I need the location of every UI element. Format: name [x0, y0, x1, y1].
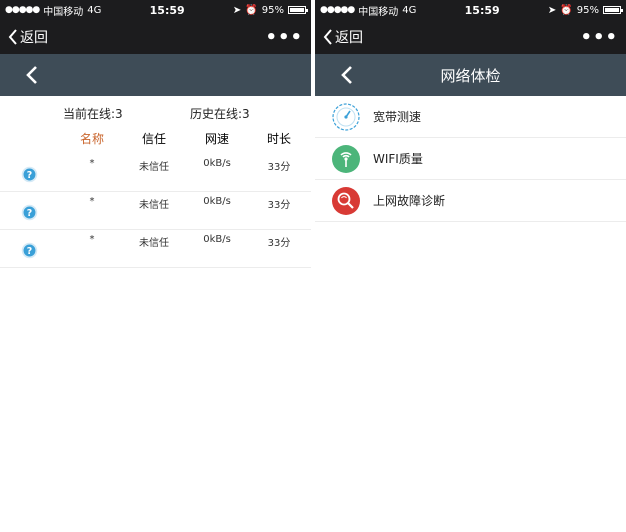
- wechat-back-button[interactable]: 返回: [323, 27, 363, 47]
- menu-item-broadband-speed[interactable]: 宽带测速: [315, 96, 626, 138]
- device-list-screen: ●●●●● 中国移动 4G 15:59 ➤ ⏰ 95% 返回 ••• 当前在线:…: [0, 0, 311, 532]
- device-speed: 0kB/s: [203, 196, 231, 207]
- page-back-button[interactable]: [337, 64, 359, 86]
- device-speed: 0kB/s: [203, 158, 231, 169]
- unknown-device-icon: ?: [21, 166, 38, 183]
- column-duration: 时长: [266, 132, 292, 146]
- more-options-button[interactable]: •••: [265, 27, 303, 48]
- wechat-back-button[interactable]: 返回: [8, 27, 48, 47]
- device-trust: 未信任: [139, 238, 169, 249]
- battery-percent: 95%: [261, 4, 284, 16]
- wechat-back-label: 返回: [20, 30, 48, 46]
- history-online-count: 历史在线:3: [190, 106, 250, 121]
- unknown-device-icon: ?: [21, 242, 38, 259]
- page-header: 网络体检: [315, 54, 626, 96]
- wechat-nav-bar: 返回 •••: [315, 20, 626, 54]
- chevron-left-icon: [8, 29, 17, 45]
- page-back-button[interactable]: [22, 64, 44, 86]
- carrier-name: 中国移动: [358, 6, 399, 18]
- more-options-button[interactable]: •••: [580, 27, 618, 48]
- page-header: [0, 54, 311, 96]
- location-arrow-icon: ➤: [232, 4, 242, 16]
- status-bar: ●●●●● 中国移动 4G 15:59 ➤ ⏰ 95%: [0, 0, 311, 20]
- network-type: 4G: [402, 4, 417, 16]
- network-type: 4G: [87, 4, 102, 16]
- svg-text:?: ?: [27, 170, 32, 181]
- column-speed: 网速: [204, 132, 230, 146]
- column-name: 名称: [79, 132, 105, 146]
- signal-strength-icon: ●●●●●: [320, 5, 355, 15]
- table-row[interactable]: ? * 未信任 0kB/s 33分: [0, 230, 311, 268]
- page-title: 网络体检: [440, 66, 501, 85]
- wechat-back-label: 返回: [335, 30, 363, 46]
- chevron-left-icon: [323, 29, 332, 45]
- device-duration: 33分: [267, 162, 291, 173]
- device-speed: 0kB/s: [203, 234, 231, 245]
- device-trust: 未信任: [139, 162, 169, 173]
- device-duration: 33分: [267, 238, 291, 249]
- status-time: 15:59: [464, 3, 500, 17]
- alarm-clock-icon: ⏰: [560, 4, 573, 16]
- unknown-device-icon: ?: [21, 204, 38, 221]
- svg-text:?: ?: [27, 246, 32, 257]
- online-summary: 当前在线:3 历史在线:3: [0, 96, 311, 130]
- column-trust: 信任: [141, 132, 167, 146]
- device-name: *: [89, 196, 95, 207]
- svg-text:?: ?: [27, 208, 32, 219]
- wechat-nav-bar: 返回 •••: [0, 20, 311, 54]
- battery-percent: 95%: [576, 4, 599, 16]
- device-name: *: [89, 234, 95, 245]
- table-row[interactable]: ? * 未信任 0kB/s 33分: [0, 154, 311, 192]
- status-bar: ●●●●● 中国移动 4G 15:59 ➤ ⏰ 95%: [315, 0, 626, 20]
- battery-icon: [602, 6, 623, 14]
- diagnosis-magnifier-icon: [332, 186, 360, 215]
- carrier-name: 中国移动: [43, 6, 84, 18]
- device-duration: 33分: [267, 200, 291, 211]
- status-time: 15:59: [149, 3, 185, 17]
- device-trust: 未信任: [139, 200, 169, 211]
- menu-item-label: 宽带测速: [373, 110, 422, 124]
- menu-item-fault-diagnosis[interactable]: 上网故障诊断: [315, 180, 626, 222]
- menu-item-wifi-quality[interactable]: WIFI质量: [315, 138, 626, 180]
- wifi-signal-icon: [332, 144, 360, 173]
- network-check-screen: ●●●●● 中国移动 4G 15:59 ➤ ⏰ 95% 返回 ••• 网络体检 …: [315, 0, 626, 532]
- menu-item-label: 上网故障诊断: [373, 194, 446, 208]
- table-row[interactable]: ? * 未信任 0kB/s 33分: [0, 192, 311, 230]
- device-table-header: 名称 信任 网速 时长: [0, 130, 311, 154]
- menu-item-label: WIFI质量: [373, 152, 423, 166]
- battery-icon: [287, 6, 308, 14]
- location-arrow-icon: ➤: [547, 4, 557, 16]
- alarm-clock-icon: ⏰: [245, 4, 258, 16]
- current-online-count: 当前在线:3: [63, 106, 123, 121]
- device-name: *: [89, 158, 95, 169]
- speedometer-icon: [332, 102, 360, 131]
- signal-strength-icon: ●●●●●: [5, 5, 40, 15]
